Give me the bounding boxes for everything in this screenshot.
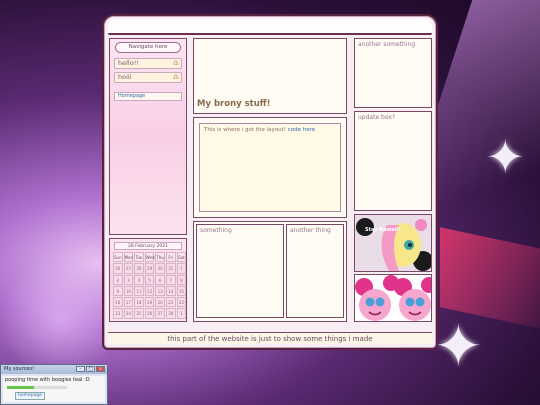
calendar-day[interactable]: 10 <box>123 285 134 297</box>
something-label: something <box>200 227 232 234</box>
weekday-header: Thu <box>155 252 165 263</box>
update-box: update box? <box>354 111 432 211</box>
calendar-day[interactable]: 2 <box>113 274 123 285</box>
calendar-day[interactable]: 15 <box>176 285 187 297</box>
layout-credit-box: This is where i got the layout! code her… <box>199 123 341 212</box>
homepage-link[interactable]: Homepage <box>114 92 182 101</box>
nav-item-label: hello!! <box>118 59 139 67</box>
calendar-day[interactable]: 31 <box>165 263 176 274</box>
layout-credit-label: This is where i got the layout! <box>204 127 286 133</box>
calendar-day[interactable]: 28 <box>134 263 144 274</box>
calendar-day[interactable]: 6 <box>155 274 165 285</box>
calendar-day[interactable]: 14 <box>165 285 176 297</box>
progress-fill <box>7 386 34 389</box>
title-banner: My brony stuff! <box>193 38 347 114</box>
pinkie-pie-sticker-art <box>355 275 431 321</box>
fluttershy-sticker-image: Stay Kawaii! <box>354 214 432 272</box>
sparkle-star-icon: ✦ <box>486 130 525 184</box>
calendar-day[interactable]: 4 <box>134 274 144 285</box>
weekday-header: Sat <box>176 252 187 263</box>
navigation-panel: Navigate here hello!! ♎ hoiii ♎ Homepage <box>109 38 187 235</box>
something-box: something <box>196 224 284 318</box>
calendar-day[interactable]: 8 <box>176 274 187 285</box>
calendar-day[interactable]: 18 <box>134 297 144 308</box>
calendar-day[interactable]: 7 <box>165 274 176 285</box>
update-box-label: update box? <box>358 114 396 121</box>
calendar-day[interactable]: 5 <box>144 274 155 285</box>
layout-credit-text: This is where i got the layout! code her… <box>200 124 340 136</box>
sticker-caption: Stay Kawaii! <box>365 227 401 233</box>
calendar-widget: 28 February 2021 Sun Mon Tue Wed Thu Fri… <box>109 238 187 322</box>
another-thing-box: another thing <box>286 224 344 318</box>
sources-window-title: My sources! <box>4 366 35 372</box>
nav-item-hoiii[interactable]: hoiii ♎ <box>114 72 182 83</box>
calendar-day[interactable]: 26 <box>113 263 123 274</box>
weekday-header: Mon <box>123 252 134 263</box>
window-controls: – □ × <box>76 366 105 372</box>
fluttershy-sticker-art <box>356 218 431 271</box>
sources-window-text: pooping time with boogies teal :D <box>5 377 90 383</box>
another-thing-label: another thing <box>290 227 331 234</box>
pinkie-pie-sticker-image <box>354 274 432 322</box>
calendar-day[interactable]: 13 <box>155 285 165 297</box>
calendar-day[interactable]: 17 <box>123 297 134 308</box>
calendar-day[interactable]: 19 <box>144 297 155 308</box>
weekday-header: Fri <box>165 252 176 263</box>
sources-window-titlebar[interactable]: My sources! – □ × <box>1 365 107 374</box>
calendar-day[interactable]: 27 <box>155 308 165 319</box>
calendar-day[interactable]: 21 <box>165 297 176 308</box>
another-something-box: another something <box>354 38 432 108</box>
calendar-day[interactable]: 1 <box>176 263 187 274</box>
calendar-day[interactable]: 25 <box>134 308 144 319</box>
calendar-day[interactable]: 11 <box>134 285 144 297</box>
website-frame: Navigate here hello!! ♎ hoiii ♎ Homepage… <box>102 14 438 350</box>
frame-header-bar <box>108 19 432 35</box>
calendar-day[interactable]: 20 <box>155 297 165 308</box>
minimize-button[interactable]: – <box>76 366 85 372</box>
calendar-day[interactable]: 24 <box>123 308 134 319</box>
calendar-day[interactable]: 1 <box>176 308 187 319</box>
maximize-button[interactable]: □ <box>86 366 95 372</box>
weekday-header: Sun <box>113 252 123 263</box>
sources-window: My sources! – □ × pooping time with boog… <box>0 364 108 405</box>
homepage-button[interactable]: homepage <box>15 392 45 400</box>
calendar-day[interactable]: 9 <box>113 285 123 297</box>
bell-icon: ♎ <box>172 73 179 81</box>
calendar-day[interactable]: 16 <box>113 297 123 308</box>
calendar-day[interactable]: 3 <box>123 274 134 285</box>
navigation-header: Navigate here <box>115 42 181 53</box>
calendar-day[interactable]: 30 <box>155 263 165 274</box>
sparkle-star-icon: ✦ <box>434 312 483 380</box>
calendar-day[interactable]: 22 <box>176 297 187 308</box>
bg-red-streak <box>440 227 540 333</box>
calendar-day[interactable]: 29 <box>144 263 155 274</box>
page-title: My brony stuff! <box>197 99 271 109</box>
calendar-day[interactable]: 23 <box>113 308 123 319</box>
calendar-day[interactable]: 28 <box>165 308 176 319</box>
close-button[interactable]: × <box>96 366 105 372</box>
calendar-grid: Sun Mon Tue Wed Thu Fri Sat 26 27 28 29 … <box>113 252 187 319</box>
weekday-header: Wed <box>144 252 155 263</box>
code-here-link[interactable]: code here <box>288 127 315 133</box>
bell-icon: ♎ <box>172 59 179 67</box>
lower-boxes-panel: something another thing <box>193 221 347 322</box>
sources-window-body: pooping time with boogies teal :D homepa… <box>3 376 105 402</box>
layout-credit-panel: This is where i got the layout! code her… <box>193 117 347 218</box>
another-something-label: another something <box>358 41 416 48</box>
footer-text: this part of the website is just to show… <box>108 332 432 344</box>
weekday-header: Tue <box>134 252 144 263</box>
calendar-day[interactable]: 26 <box>144 308 155 319</box>
nav-item-hello[interactable]: hello!! ♎ <box>114 58 182 69</box>
progress-bar <box>7 386 67 389</box>
calendar-title: 28 February 2021 <box>114 242 182 250</box>
calendar-day[interactable]: 12 <box>144 285 155 297</box>
nav-item-label: hoiii <box>118 73 132 81</box>
calendar-day[interactable]: 27 <box>123 263 134 274</box>
